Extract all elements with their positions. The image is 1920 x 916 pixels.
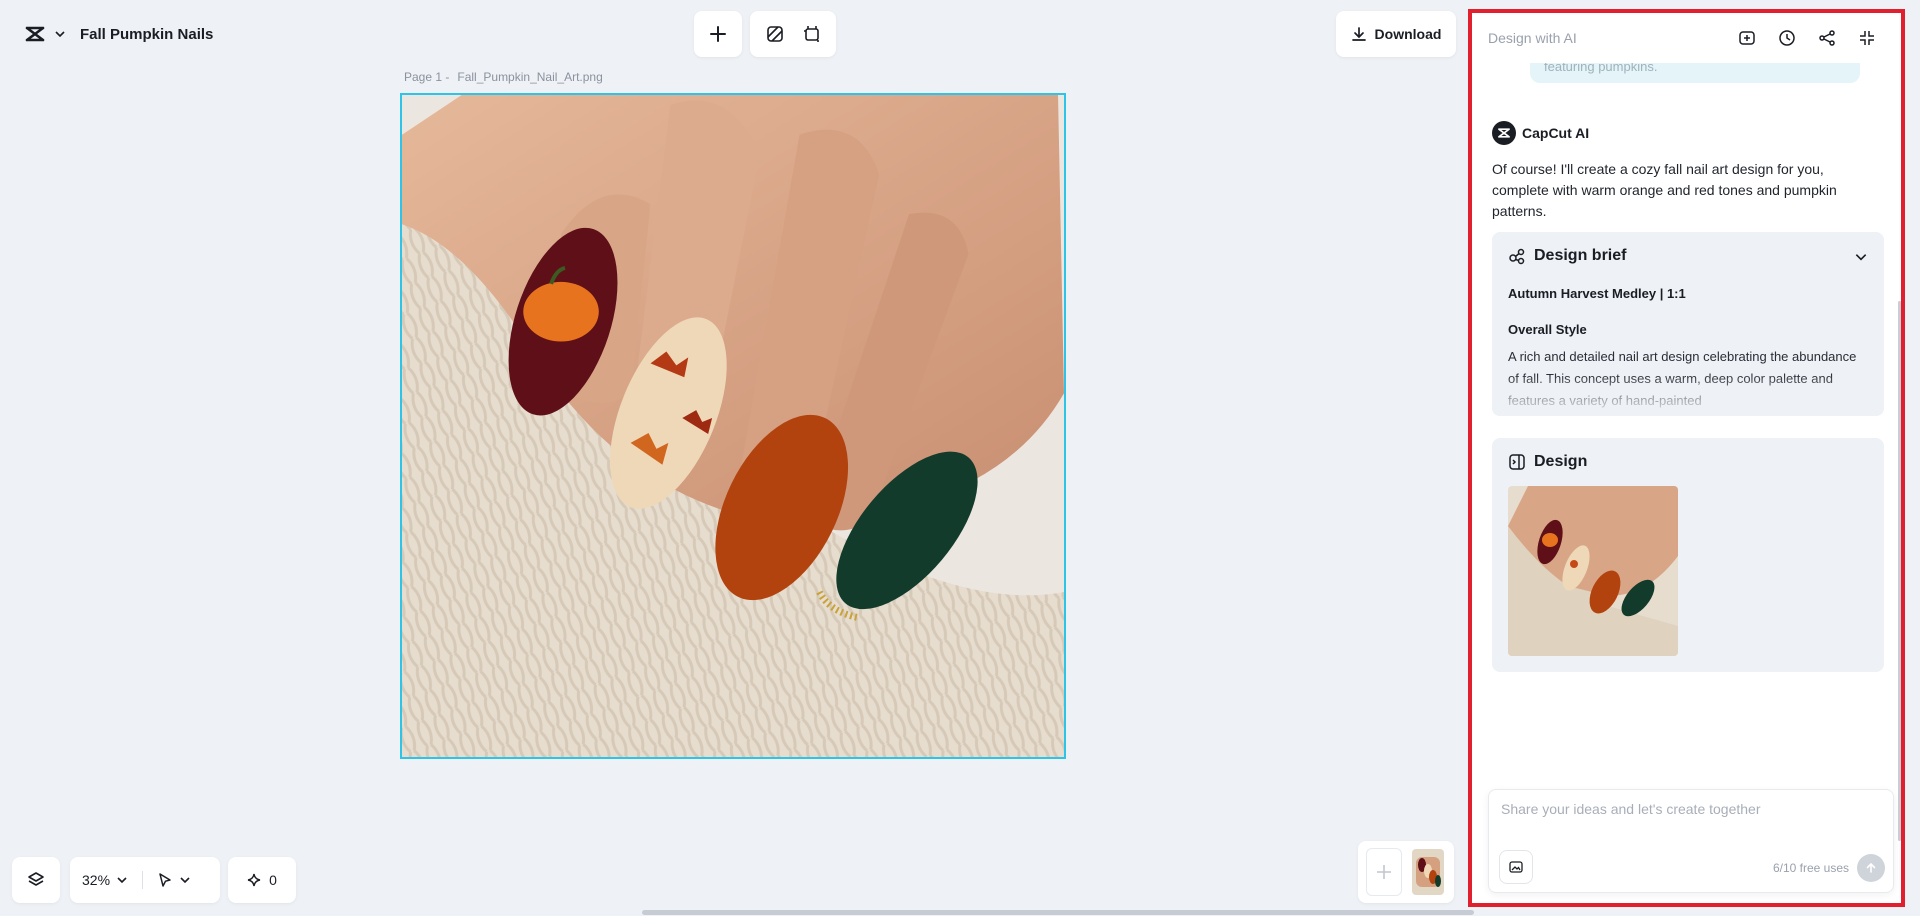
- design-brief-icon: [1508, 247, 1526, 265]
- design-brief-subtitle: Autumn Harvest Medley | 1:1: [1508, 286, 1686, 301]
- project-menu[interactable]: Fall Pumpkin Nails: [10, 10, 225, 58]
- capcut-logo-icon[interactable]: [22, 21, 48, 47]
- chevron-down-icon[interactable]: [54, 28, 66, 40]
- collapse-icon[interactable]: [1847, 22, 1887, 54]
- add-button[interactable]: [694, 11, 742, 57]
- download-button[interactable]: Download: [1336, 11, 1456, 57]
- download-label: Download: [1374, 26, 1442, 42]
- nail-art-photo: [402, 95, 1064, 757]
- design-brief-header: Design brief: [1508, 247, 1626, 265]
- design-brief-card[interactable]: Design brief Autumn Harvest Medley | 1:1…: [1492, 232, 1884, 416]
- resize-icon[interactable]: [802, 24, 822, 44]
- fade-overlay: [1492, 374, 1884, 416]
- panel-scrollbar[interactable]: [1898, 301, 1901, 841]
- page-file-name[interactable]: Fall_Pumpkin_Nail_Art.png: [457, 70, 602, 84]
- chevron-down-icon[interactable]: [1854, 250, 1868, 264]
- canvas-image[interactable]: [400, 93, 1066, 759]
- free-uses-counter: 6/10 free uses: [1772, 861, 1849, 875]
- select-pointer-icon[interactable]: [157, 872, 173, 888]
- remove-bg-icon[interactable]: [765, 24, 785, 44]
- capcut-logo-icon: [1492, 121, 1516, 145]
- plus-icon: [709, 25, 727, 43]
- page-number: Page 1 -: [404, 70, 450, 84]
- add-page-button[interactable]: [1366, 848, 1402, 896]
- download-icon: [1351, 26, 1367, 42]
- attach-image-button[interactable]: [1499, 850, 1533, 884]
- send-arrow-icon: [1865, 862, 1877, 874]
- ai-sender: CapCut AI: [1492, 121, 1589, 145]
- image-attach-icon: [1508, 859, 1524, 875]
- canvas-tools: [750, 11, 836, 57]
- overall-style-heading: Overall Style: [1508, 322, 1587, 337]
- layers-icon: [27, 871, 45, 889]
- layers-button[interactable]: [12, 857, 60, 903]
- divider: [142, 871, 144, 889]
- page-label: Page 1 - Fall_Pumpkin_Nail_Art.png: [404, 70, 611, 84]
- design-title: Design: [1534, 453, 1588, 470]
- design-brief-title: Design brief: [1534, 247, 1627, 264]
- new-chat-icon[interactable]: [1727, 22, 1767, 54]
- send-button[interactable]: [1857, 854, 1885, 882]
- zoom-controls: 32%: [70, 857, 220, 903]
- page-thumbnail[interactable]: [1412, 849, 1444, 895]
- chevron-down-icon[interactable]: [116, 874, 128, 886]
- share-icon[interactable]: [1807, 22, 1847, 54]
- credits-count: 0: [269, 872, 277, 888]
- history-icon[interactable]: [1767, 22, 1807, 54]
- design-thumbnail[interactable]: [1508, 486, 1678, 656]
- chevron-down-icon[interactable]: [179, 874, 191, 886]
- chat-input[interactable]: [1499, 800, 1883, 818]
- design-with-ai-panel: featuring pumpkins. Design with AI CapCu…: [1468, 9, 1905, 907]
- chat-input-box: 6/10 free uses: [1488, 789, 1894, 893]
- design-result-card: Design: [1492, 438, 1884, 672]
- zoom-level[interactable]: 32%: [82, 872, 110, 888]
- design-header: Design: [1508, 453, 1587, 471]
- panel-title: Design with AI: [1488, 30, 1577, 46]
- project-title[interactable]: Fall Pumpkin Nails: [80, 26, 213, 43]
- horizontal-scrollbar[interactable]: [642, 910, 1474, 915]
- ai-message: Of course! I'll create a cozy fall nail …: [1492, 161, 1837, 219]
- ai-name: CapCut AI: [1522, 125, 1590, 141]
- ai-credits-button[interactable]: 0: [228, 857, 296, 903]
- plus-icon: [1375, 863, 1393, 881]
- sparkle-icon: [247, 873, 261, 887]
- design-icon: [1508, 453, 1526, 471]
- pages-strip: [1358, 841, 1454, 903]
- panel-header: Design with AI: [1472, 13, 1901, 63]
